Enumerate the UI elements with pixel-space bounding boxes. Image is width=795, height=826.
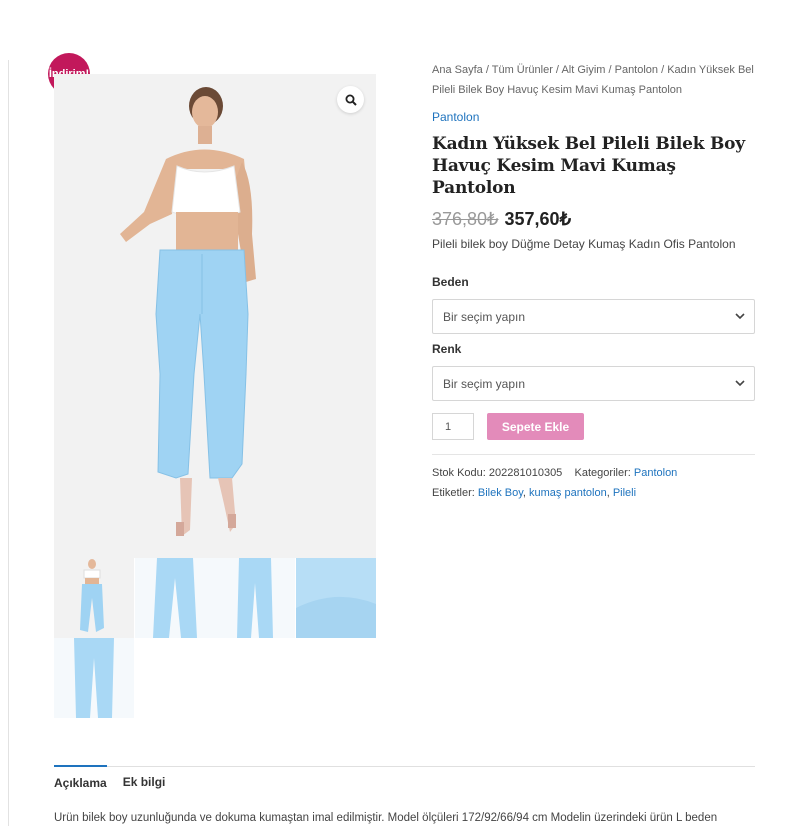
sku-value: 202281010305 <box>488 467 563 479</box>
left-divider <box>8 60 9 826</box>
sale-price: 357,60₺ <box>504 209 572 229</box>
tag-link[interactable]: Pileli <box>613 487 636 499</box>
thumbnail-4[interactable] <box>295 558 376 638</box>
color-label: Renk <box>432 342 462 356</box>
zoom-button[interactable] <box>337 86 364 113</box>
thumbnail-strip <box>54 558 376 718</box>
color-select[interactable]: Bir seçim yapın <box>432 366 755 401</box>
add-to-cart-button[interactable]: Sepete Ekle <box>487 413 584 440</box>
tab-description[interactable]: Açıklama <box>54 765 107 790</box>
product-title: Kadın Yüksek Bel Pileli Bilek Boy Havuç … <box>432 134 745 198</box>
product-meta: Stok Kodu: 202281010305 Kategoriler: Pan… <box>432 463 755 503</box>
sku-line: Stok Kodu: 202281010305 Kategoriler: Pan… <box>432 467 678 479</box>
product-tabs: Açıklama Ek bilgi <box>54 765 181 790</box>
tag-link[interactable]: Bilek Boy <box>478 487 523 499</box>
product-summary: Ana Sayfa / Tüm Ürünler / Alt Giyim / Pa… <box>432 60 755 503</box>
thumbnail-3[interactable] <box>215 558 295 638</box>
size-select[interactable]: Bir seçim yapın <box>432 299 755 334</box>
description-text: Ürün bilek boy uzunluğunda ve dokuma kum… <box>54 812 718 824</box>
product-gallery <box>54 74 376 718</box>
magnifier-icon <box>345 94 357 106</box>
breadcrumb-all-products[interactable]: Tüm Ürünler <box>492 64 553 76</box>
breadcrumb-bottoms[interactable]: Alt Giyim <box>561 64 605 76</box>
chevron-down-icon <box>735 313 745 320</box>
meta-divider <box>432 454 755 455</box>
breadcrumb-pants[interactable]: Pantolon <box>615 64 658 76</box>
breadcrumb-home[interactable]: Ana Sayfa <box>432 64 483 76</box>
tab-additional-info[interactable]: Ek bilgi <box>123 766 166 790</box>
price: 376,80₺ 357,60₺ <box>432 209 755 230</box>
thumbnail-2[interactable] <box>134 558 215 638</box>
product-main-image[interactable] <box>54 74 376 558</box>
chevron-down-icon <box>735 380 745 387</box>
old-price: 376,80₺ <box>432 209 499 229</box>
thumbnail-1[interactable] <box>54 558 134 638</box>
tags-line: Etiketler: Bilek Boy, kumaş pantolon, Pi… <box>432 487 637 499</box>
short-description: Pileli bilek boy Düğme Detay Kumaş Kadın… <box>432 237 736 251</box>
tag-link[interactable]: kumaş pantolon <box>529 487 607 499</box>
thumbnail-5[interactable] <box>54 638 134 718</box>
product-category-link[interactable]: Pantolon <box>432 110 755 124</box>
size-label: Beden <box>432 275 469 289</box>
add-to-cart-row: 1 Sepete Ekle <box>432 413 755 440</box>
meta-category-link[interactable]: Pantolon <box>634 467 677 479</box>
breadcrumb: Ana Sayfa / Tüm Ürünler / Alt Giyim / Pa… <box>432 64 754 96</box>
quantity-input[interactable]: 1 <box>432 413 474 440</box>
model-photo <box>54 74 376 558</box>
